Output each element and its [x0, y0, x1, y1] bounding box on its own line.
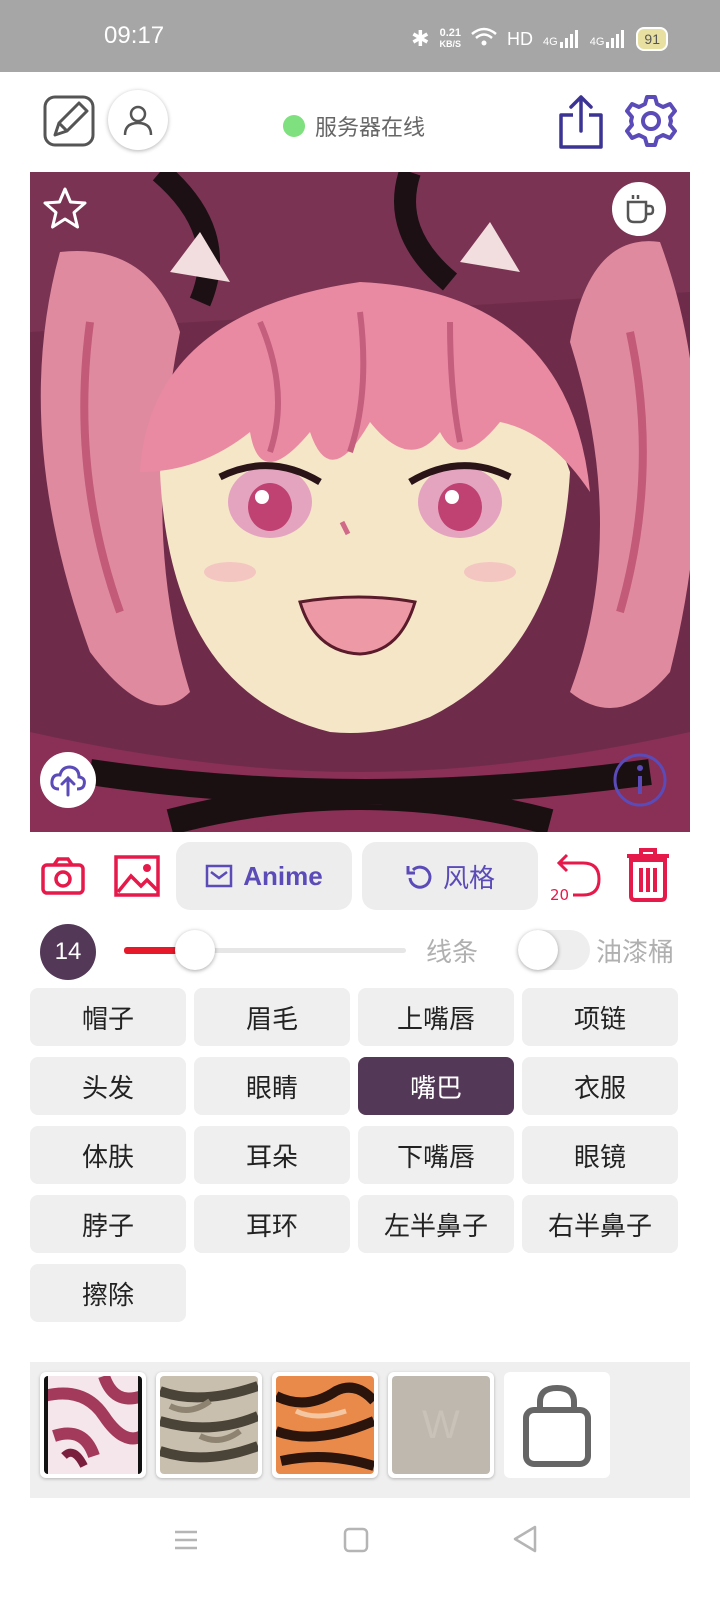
part-ears[interactable]: 耳朵: [194, 1126, 350, 1184]
server-status: 服务器在线: [283, 110, 425, 142]
settings-gear-icon[interactable]: [622, 92, 680, 150]
coffee-cup-icon[interactable]: [612, 182, 666, 236]
edit-icon[interactable]: [40, 92, 98, 150]
lines-label: 线条: [426, 938, 479, 968]
status-icons: ✱ 0.21 KB/S HD 4G 4G 91: [411, 26, 668, 52]
part-neck[interactable]: 脖子: [30, 1195, 186, 1253]
net-speed-unit: KB/S: [439, 39, 462, 49]
style-swatch[interactable]: W: [388, 1372, 494, 1478]
shop-bag-icon[interactable]: [504, 1372, 610, 1478]
undo-count: 20: [550, 886, 570, 904]
home-square-icon[interactable]: [342, 1526, 370, 1554]
share-icon[interactable]: [556, 92, 606, 152]
anime-portrait: [30, 172, 690, 832]
part-glasses[interactable]: 眼镜: [522, 1126, 678, 1184]
back-triangle-icon[interactable]: [510, 1524, 540, 1554]
net-speed: 0.21 KB/S: [440, 28, 462, 50]
part-hat[interactable]: 帽子: [30, 988, 186, 1046]
refresh-icon: [406, 865, 432, 889]
brush-controls: 14 线条 油漆桶: [0, 918, 720, 982]
part-skin[interactable]: 体肤: [30, 1126, 186, 1184]
bluetooth-icon: ✱: [411, 26, 430, 51]
server-status-label: 服务器在线: [315, 116, 426, 141]
watermark-w: W: [422, 1403, 460, 1447]
user-icon[interactable]: [108, 90, 168, 150]
wifi-icon: [471, 27, 497, 52]
slider-thumb[interactable]: [175, 930, 215, 970]
top-bar: 服务器在线: [0, 72, 720, 172]
favorite-star-icon[interactable]: [40, 184, 90, 234]
brush-size-slider[interactable]: [124, 947, 406, 954]
gallery-image-icon[interactable]: [112, 852, 162, 900]
style-tray: W: [30, 1362, 690, 1498]
part-mouth[interactable]: 嘴巴: [358, 1057, 514, 1115]
status-dot: [283, 115, 305, 137]
menu-icon[interactable]: [172, 1526, 200, 1554]
paint-bucket-toggle[interactable]: [518, 930, 590, 970]
part-right-nose[interactable]: 右半鼻子: [522, 1195, 678, 1253]
brush-size-badge: 14: [40, 924, 96, 980]
part-lower-lip[interactable]: 下嘴唇: [358, 1126, 514, 1184]
hd-label: HD: [507, 28, 534, 49]
camera-icon[interactable]: [40, 854, 86, 898]
signal-icon-2: 4G: [590, 30, 627, 48]
style-swatch[interactable]: [272, 1372, 378, 1478]
style-label: 风格: [442, 863, 495, 894]
tool-row: Anime 风格 20: [0, 840, 720, 912]
anime-mode-button[interactable]: Anime: [176, 842, 352, 910]
cloud-upload-icon[interactable]: [40, 752, 96, 808]
anime-canvas[interactable]: [30, 172, 690, 832]
trash-icon[interactable]: [622, 844, 674, 904]
undo-button[interactable]: 20: [548, 846, 606, 904]
info-icon[interactable]: [610, 750, 670, 810]
battery-indicator: 91: [636, 27, 668, 51]
part-upper-lip[interactable]: 上嘴唇: [358, 988, 514, 1046]
mail-icon: [206, 864, 233, 888]
anime-mode-label: Anime: [243, 860, 323, 891]
style-swatch[interactable]: [156, 1372, 262, 1478]
signal-icon: 4G: [543, 30, 580, 48]
part-earring[interactable]: 耳环: [194, 1195, 350, 1253]
paint-bucket-label: 油漆桶: [596, 938, 675, 968]
style-button[interactable]: 风格: [362, 842, 538, 910]
toggle-knob: [518, 930, 558, 970]
clock: 09:17: [104, 22, 165, 49]
part-necklace[interactable]: 项链: [522, 988, 678, 1046]
part-left-nose[interactable]: 左半鼻子: [358, 1195, 514, 1253]
part-eyebrow[interactable]: 眉毛: [194, 988, 350, 1046]
part-eyes[interactable]: 眼睛: [194, 1057, 350, 1115]
part-hair[interactable]: 头发: [30, 1057, 186, 1115]
net-speed-value: 0.21: [439, 27, 461, 39]
style-swatch[interactable]: [40, 1372, 146, 1478]
status-bar: 09:17 ✱ 0.21 KB/S HD 4G 4G 91: [0, 0, 720, 72]
system-nav-bar: [0, 1510, 720, 1600]
part-erase[interactable]: 擦除: [30, 1264, 186, 1322]
part-clothes[interactable]: 衣服: [522, 1057, 678, 1115]
